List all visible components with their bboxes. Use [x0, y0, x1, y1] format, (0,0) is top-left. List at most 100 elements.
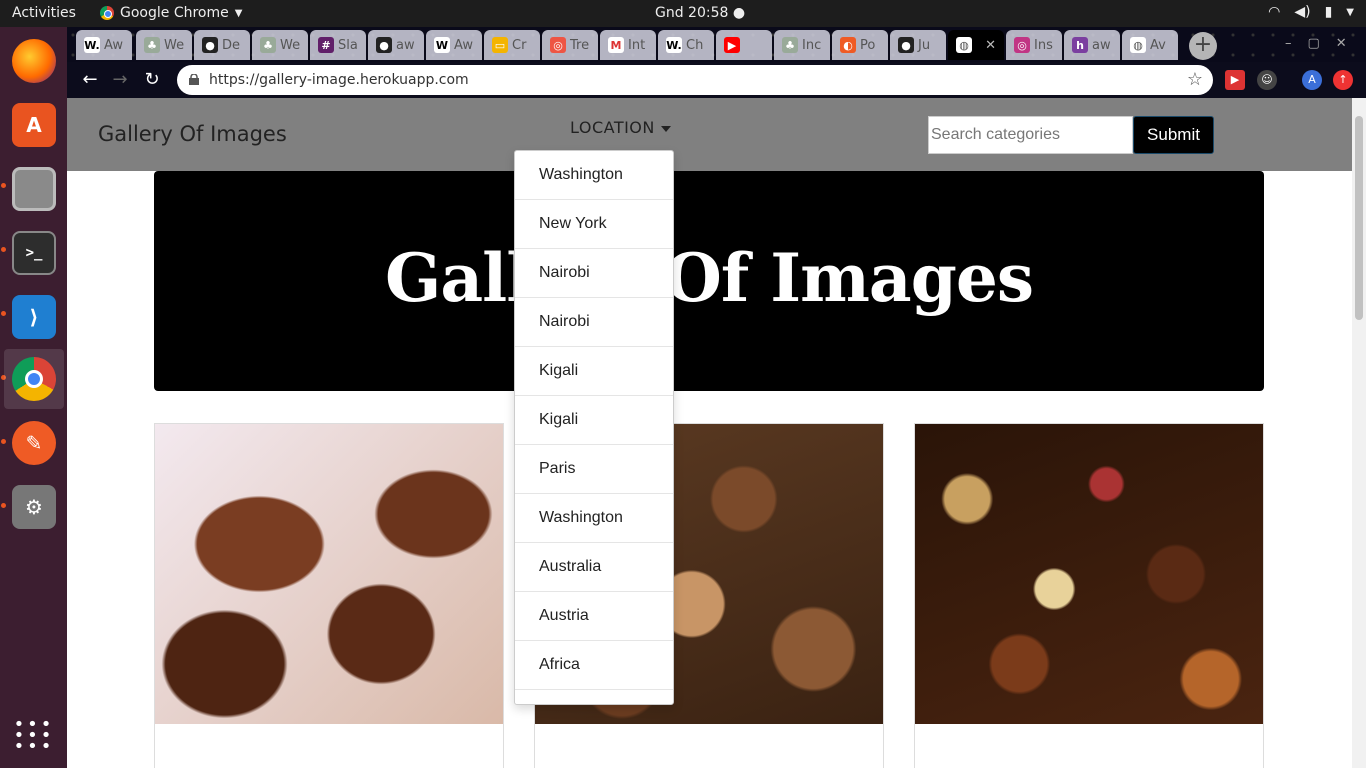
- site-navbar: Gallery Of Images LOCATION Submit: [67, 98, 1352, 171]
- browser-tab[interactable]: W. Aw: [76, 30, 132, 60]
- tab-label: Int: [628, 37, 646, 53]
- scrollbar-thumb[interactable]: [1355, 116, 1363, 320]
- globe-icon: ◍: [956, 37, 972, 53]
- browser-tab[interactable]: ◍ ✕: [948, 30, 1004, 60]
- tab-label: We: [164, 37, 185, 53]
- dock: A >_ ⟩ ✎ ⚙ ••• ••• •••: [0, 27, 67, 768]
- dock-software-center[interactable]: A: [4, 95, 64, 155]
- forward-button[interactable]: →: [109, 69, 131, 91]
- chocolate-image[interactable]: [155, 424, 503, 724]
- address-bar[interactable]: https://gallery-image.herokuapp.com ☆: [177, 65, 1213, 95]
- dock-chrome[interactable]: [4, 349, 64, 409]
- chevron-down-icon: ▼: [1346, 6, 1354, 18]
- tab-label: Inc: [802, 37, 822, 53]
- instagram-icon: ◎: [1014, 37, 1030, 53]
- update-icon[interactable]: ↑: [1333, 70, 1353, 90]
- dock-vscode[interactable]: ⟩: [4, 287, 64, 347]
- extension-icon[interactable]: ▶: [1225, 70, 1245, 90]
- gmail-icon: M: [608, 37, 624, 53]
- clock[interactable]: Gnd 20:58 ●: [655, 5, 745, 21]
- dock-files[interactable]: [4, 159, 64, 219]
- activities-button[interactable]: Activities: [12, 5, 76, 21]
- tab-label: Ins: [1034, 37, 1053, 53]
- browser-tab[interactable]: ● Ju: [890, 30, 946, 60]
- chocolate-image[interactable]: [915, 424, 1263, 724]
- browser-tab[interactable]: ◎ Ins: [1006, 30, 1062, 60]
- browser-tab[interactable]: W. Ch: [658, 30, 714, 60]
- dropdown-item-location[interactable]: Nairobi: [515, 298, 673, 347]
- browser-tab[interactable]: ● aw: [368, 30, 424, 60]
- system-tray[interactable]: ◠ ◀) ▮ ▼: [1268, 4, 1354, 20]
- dock-postman[interactable]: ✎: [4, 413, 64, 473]
- battery-icon: ▮: [1324, 4, 1333, 20]
- youtube-icon: ▶: [724, 37, 740, 53]
- system-top-bar: Activities Google Chrome ▼ Gnd 20:58 ● ◠…: [0, 0, 1366, 27]
- dropdown-item-location[interactable]: Paris: [515, 445, 673, 494]
- bookmark-star-icon[interactable]: ☆: [1187, 65, 1203, 95]
- browser-tab[interactable]: M Int: [600, 30, 656, 60]
- firefox-icon: [12, 39, 56, 83]
- dropdown-item-location[interactable]: Austria: [515, 592, 673, 641]
- browser-tab[interactable]: W Aw: [426, 30, 482, 60]
- back-button[interactable]: ←: [79, 69, 101, 91]
- dropdown-item-location[interactable]: Washington: [515, 151, 673, 200]
- close-icon[interactable]: ✕: [985, 38, 996, 53]
- site-brand[interactable]: Gallery Of Images: [98, 122, 287, 146]
- dock-terminal[interactable]: >_: [4, 223, 64, 283]
- dropdown-item-location[interactable]: New York: [515, 200, 673, 249]
- browser-tab[interactable]: ▶: [716, 30, 772, 60]
- hero-title: Gallery Of Images: [385, 239, 1034, 317]
- tree-icon: ♣: [260, 37, 276, 53]
- new-tab-button[interactable]: +: [1189, 32, 1217, 60]
- browser-tab[interactable]: ◐ Po: [832, 30, 888, 60]
- page-scrollbar[interactable]: [1352, 98, 1366, 768]
- dropdown-item-location[interactable]: Africa: [515, 641, 673, 690]
- browser-tab[interactable]: ▭ Cr: [484, 30, 540, 60]
- terminal-icon: >_: [12, 231, 56, 275]
- dock-settings[interactable]: ⚙: [4, 477, 64, 537]
- dropdown-item-location[interactable]: Kigali: [515, 396, 673, 445]
- extension-icon[interactable]: ☺: [1257, 70, 1277, 90]
- github-icon: ●: [202, 37, 218, 53]
- files-icon: [12, 167, 56, 211]
- location-dropdown-toggle[interactable]: LOCATION: [570, 118, 671, 137]
- tab-label: Sla: [338, 37, 358, 53]
- browser-tab[interactable]: h aw: [1064, 30, 1120, 60]
- browser-tab[interactable]: ♣ Inc: [774, 30, 830, 60]
- browser-tab[interactable]: ♣ We: [252, 30, 308, 60]
- volume-icon: ◀): [1294, 4, 1311, 20]
- image-card[interactable]: [914, 423, 1264, 768]
- location-dropdown-menu: Washington New York Nairobi Nairobi Kigali Ki…: [514, 150, 674, 705]
- tab-label: Aw: [104, 37, 123, 53]
- dropdown-item-location[interactable]: Kigali: [515, 347, 673, 396]
- W-icon: W: [434, 37, 450, 53]
- browser-tab[interactable]: ● De: [194, 30, 250, 60]
- app-menu[interactable]: Google Chrome ▼: [100, 5, 242, 21]
- tab-label: aw: [396, 37, 415, 53]
- tree-icon: ♣: [782, 37, 798, 53]
- profile-avatar[interactable]: A: [1302, 70, 1322, 90]
- tab-label: Av: [1150, 37, 1166, 53]
- W.-icon: W.: [84, 37, 100, 53]
- show-applications-button[interactable]: ••• ••• •••: [4, 705, 64, 765]
- github-icon: ●: [898, 37, 914, 53]
- dropdown-item-location[interactable]: Nairobi: [515, 249, 673, 298]
- h-icon: h: [1072, 37, 1088, 53]
- dock-firefox[interactable]: [4, 31, 64, 91]
- reload-button[interactable]: ↻: [141, 69, 163, 91]
- software-center-icon: A: [12, 103, 56, 147]
- browser-tab[interactable]: ◍ Av: [1122, 30, 1178, 60]
- search-input[interactable]: [928, 116, 1133, 154]
- browser-tab[interactable]: # Sla: [310, 30, 366, 60]
- page-viewport: Gallery Of Images LOCATION Submit Galler…: [67, 98, 1352, 768]
- image-card[interactable]: [154, 423, 504, 768]
- dropdown-item-location[interactable]: Australia: [515, 543, 673, 592]
- submit-button[interactable]: Submit: [1133, 116, 1214, 154]
- dropdown-item-location[interactable]: Washington: [515, 494, 673, 543]
- settings-icon: ⚙: [12, 485, 56, 529]
- browser-tab[interactable]: ◎ Tre: [542, 30, 598, 60]
- browser-tab[interactable]: ♣ We: [136, 30, 192, 60]
- tab-label: Ju: [918, 37, 931, 53]
- grid-icon: ••• ••• •••: [13, 713, 55, 757]
- github-icon: ●: [376, 37, 392, 53]
